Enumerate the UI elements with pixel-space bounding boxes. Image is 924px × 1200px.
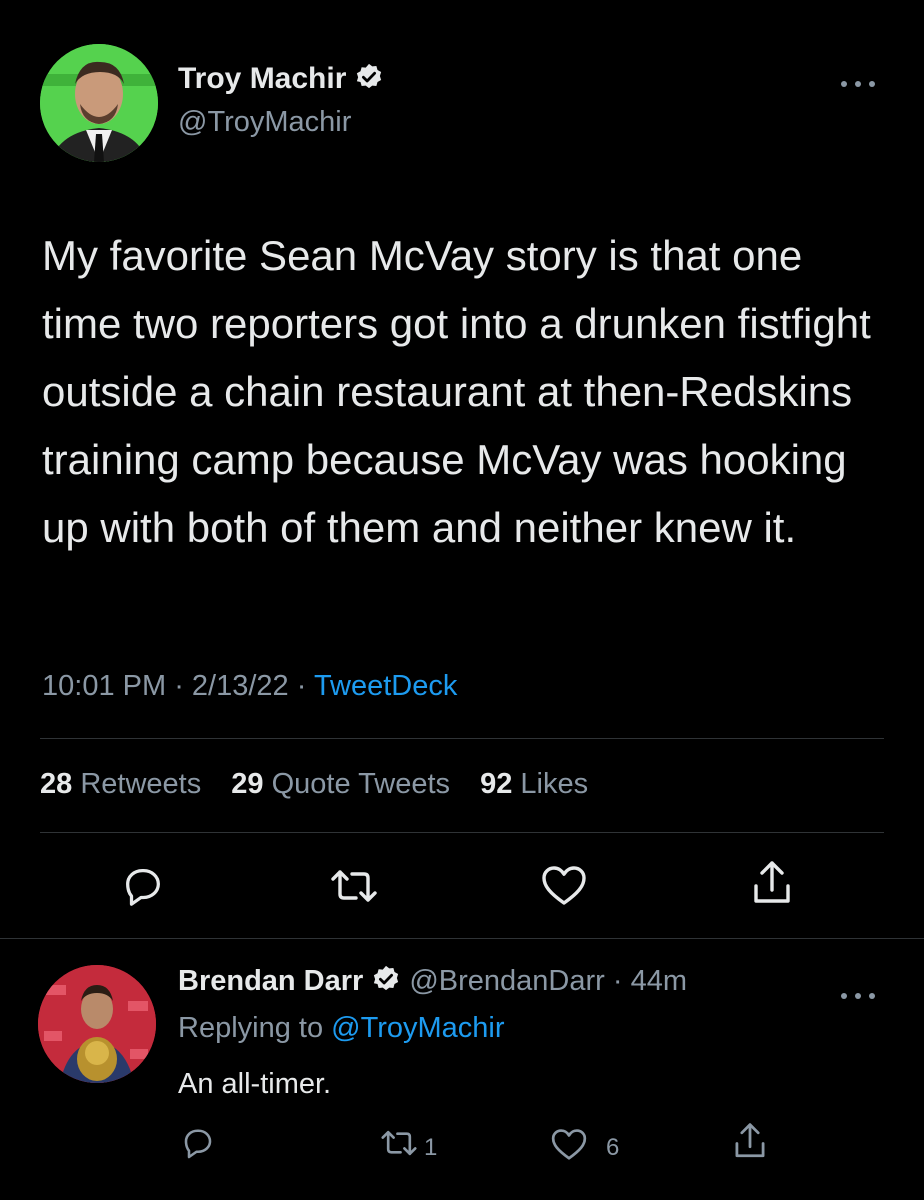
replying-prefix: Replying to [178, 1012, 332, 1044]
divider [40, 832, 884, 833]
retweets-label: Retweets [80, 768, 202, 800]
reply-author-name[interactable]: Brendan Darr [178, 965, 363, 997]
retweets-count: 28 [40, 768, 73, 800]
author-name-text[interactable]: Troy Machir [178, 62, 346, 95]
reply-author-handle[interactable]: @BrendanDarr [409, 965, 604, 997]
author-handle[interactable]: @TroyMachir [178, 106, 351, 139]
reply-text: An all-timer. [178, 1068, 332, 1100]
tweet-meta: 10:01 PM · 2/13/22 · TweetDeck [42, 670, 457, 703]
replying-mention[interactable]: @TroyMachir [331, 1012, 504, 1044]
tweet-stats: 28 Retweets 29 Quote Tweets 92 Likes [40, 768, 588, 801]
likes-label: Likes [520, 768, 589, 800]
reply-header: Brendan Darr @BrendanDarr · 44m [178, 964, 687, 998]
likes-stat[interactable]: 92 Likes [480, 768, 588, 800]
verified-badge-icon [371, 964, 401, 994]
divider [40, 738, 884, 739]
verified-badge-icon [354, 62, 384, 92]
tweet-source[interactable]: TweetDeck [314, 670, 457, 702]
more-horizontal-icon[interactable] [838, 66, 878, 97]
reply-icon[interactable] [180, 1124, 216, 1160]
replying-to: Replying to @TroyMachir [178, 1012, 505, 1045]
quotes-stat[interactable]: 29 Quote Tweets [231, 768, 450, 800]
tweet-date[interactable]: 2/13/22 [192, 670, 289, 702]
reply-author-avatar[interactable] [38, 965, 156, 1083]
reply-retweet-count: 1 [424, 1134, 438, 1161]
reply-time[interactable]: · 44m [613, 965, 687, 997]
likes-count: 92 [480, 768, 513, 800]
divider [0, 938, 924, 939]
share-icon[interactable] [732, 1120, 768, 1162]
meta-separator: · [288, 670, 314, 702]
meta-separator: · [166, 670, 192, 702]
retweet-icon[interactable] [380, 1126, 418, 1160]
quotes-count: 29 [231, 768, 264, 800]
quotes-label: Quote Tweets [271, 768, 451, 800]
retweets-stat[interactable]: 28 Retweets [40, 768, 201, 800]
author-avatar[interactable] [40, 44, 158, 162]
share-icon[interactable] [750, 858, 794, 908]
author-name[interactable]: Troy Machir [178, 62, 384, 96]
retweet-icon[interactable] [330, 864, 378, 908]
reply-like-count: 6 [606, 1134, 620, 1161]
reply-icon[interactable] [120, 862, 166, 908]
tweet-time[interactable]: 10:01 PM [42, 670, 166, 702]
like-icon[interactable] [550, 1126, 588, 1162]
more-horizontal-icon[interactable] [838, 978, 878, 1009]
like-icon[interactable] [540, 862, 588, 908]
tweet-text: My favorite Sean McVay story is that one… [42, 232, 871, 551]
